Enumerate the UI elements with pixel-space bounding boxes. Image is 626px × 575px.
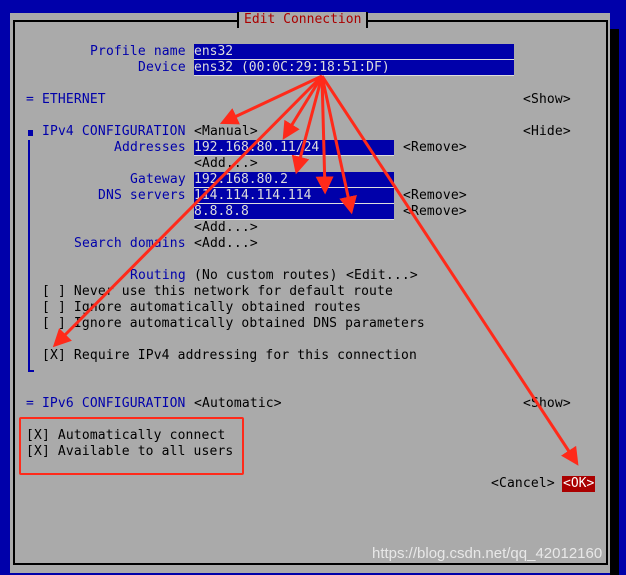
ethernet-show-button[interactable]: <Show> bbox=[523, 92, 571, 108]
dialog-shadow bbox=[610, 29, 619, 575]
ignore-auto-dns-checkbox[interactable]: [ ] Ignore automatically obtained DNS pa… bbox=[42, 316, 425, 332]
checkbox-label: Never use this network for default route bbox=[73, 284, 393, 299]
checkbox-label: Ignore automatically obtained routes bbox=[73, 300, 362, 315]
device-input[interactable]: ens32 (00:0C:29:18:51:DF) bbox=[194, 60, 514, 76]
routing-label: Routing bbox=[130, 268, 186, 283]
require-ipv4-checkbox[interactable]: [X] Require IPv4 addressing for this con… bbox=[42, 348, 417, 364]
address-remove-button[interactable]: <Remove> bbox=[403, 140, 467, 156]
never-default-route-checkbox[interactable]: [ ] Never use this network for default r… bbox=[42, 284, 393, 300]
dns-server-remove-button-1[interactable]: <Remove> bbox=[403, 188, 467, 204]
ipv4-section-bracket-end bbox=[28, 370, 34, 372]
checkbox-mark: [ ] bbox=[42, 300, 66, 315]
gateway-input[interactable]: 192.168.80.2 bbox=[194, 172, 394, 188]
dns-servers-label: DNS servers bbox=[98, 188, 186, 203]
dns-server-remove-button-2[interactable]: <Remove> bbox=[403, 204, 467, 220]
watermark: https://blog.csdn.net/qq_42012160 bbox=[372, 545, 603, 562]
ipv4-section-label: IPv4 CONFIGURATION bbox=[42, 124, 186, 139]
dns-server-input-2[interactable]: 8.8.8.8 bbox=[194, 204, 394, 220]
dns-server-input-1[interactable]: 114.114.114.114 bbox=[194, 188, 394, 204]
ipv6-method-dropdown[interactable]: <Automatic> bbox=[194, 396, 282, 412]
dialog-title: Edit Connection bbox=[237, 12, 369, 28]
checkbox-mark: [ ] bbox=[42, 284, 66, 299]
routing-edit-button[interactable]: <Edit...> bbox=[346, 268, 418, 284]
device-label: Device bbox=[138, 60, 186, 75]
ignore-auto-routes-checkbox[interactable]: [ ] Ignore automatically obtained routes bbox=[42, 300, 361, 316]
ipv4-expanded-marker-icon bbox=[28, 130, 33, 136]
ipv6-show-button[interactable]: <Show> bbox=[523, 396, 571, 412]
checkbox-label: Ignore automatically obtained DNS parame… bbox=[73, 316, 425, 331]
gateway-label: Gateway bbox=[130, 172, 186, 187]
addresses-label: Addresses bbox=[114, 140, 186, 155]
ipv6-section-label: = IPv6 CONFIGURATION bbox=[26, 396, 186, 411]
cancel-button[interactable]: <Cancel> bbox=[491, 476, 555, 492]
ipv4-hide-button[interactable]: <Hide> bbox=[523, 124, 571, 140]
annotation-highlight-box bbox=[19, 417, 244, 475]
checkbox-label: Require IPv4 addressing for this connect… bbox=[73, 348, 417, 363]
routing-value: (No custom routes) bbox=[194, 268, 338, 283]
checkbox-mark: [ ] bbox=[42, 316, 66, 331]
ipv4-section-bracket bbox=[28, 140, 30, 372]
search-domains-add-button[interactable]: <Add...> bbox=[194, 236, 258, 252]
ipv4-method-dropdown[interactable]: <Manual> bbox=[194, 124, 258, 140]
dns-server-add-button[interactable]: <Add...> bbox=[194, 220, 258, 236]
address-add-button[interactable]: <Add...> bbox=[194, 156, 258, 172]
search-domains-label: Search domains bbox=[74, 236, 186, 251]
profile-name-input[interactable]: ens32 bbox=[194, 44, 514, 60]
ok-button[interactable]: <OK> bbox=[562, 476, 596, 492]
profile-name-label: Profile name bbox=[90, 44, 186, 59]
address-input[interactable]: 192.168.80.11/24 bbox=[194, 140, 394, 156]
ethernet-section-label: = ETHERNET bbox=[26, 92, 106, 107]
checkbox-mark: [X] bbox=[42, 348, 66, 363]
